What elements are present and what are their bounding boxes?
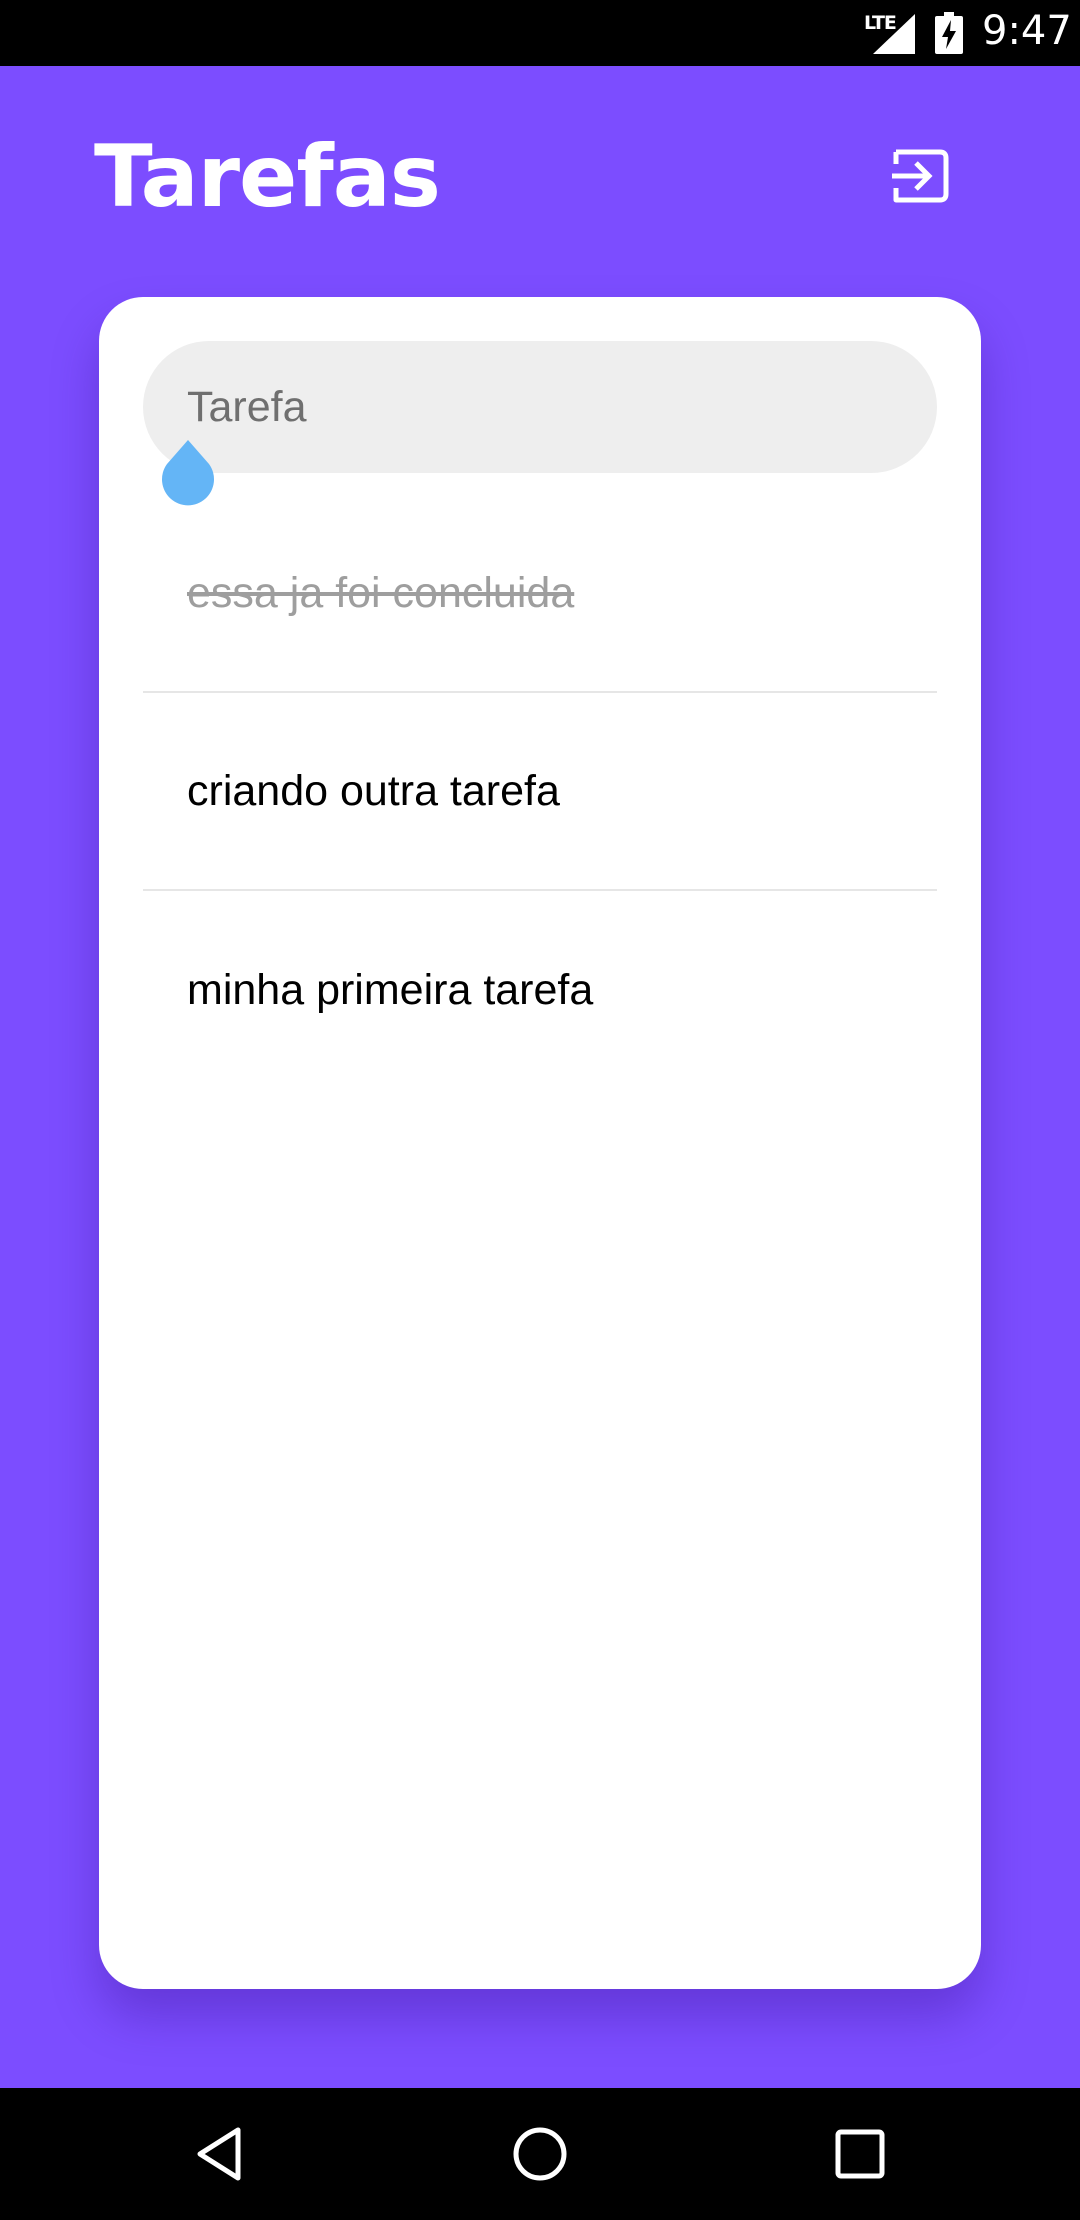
- logout-icon: [892, 149, 949, 203]
- task-item-label: criando outra tarefa: [187, 766, 560, 815]
- page-title: Tarefas: [94, 127, 441, 227]
- recents-button[interactable]: [816, 2110, 904, 2198]
- status-bar: LTE 9:47: [0, 0, 1080, 66]
- system-navigation-bar: [0, 2088, 1080, 2220]
- task-item-label: minha primeira tarefa: [187, 965, 594, 1014]
- back-button[interactable]: [176, 2110, 264, 2198]
- back-icon: [197, 2127, 241, 2181]
- task-list: essa ja foi concluida criando outra tare…: [143, 495, 937, 1089]
- clock: 9:47: [982, 8, 1072, 54]
- recents-icon: [835, 2129, 885, 2179]
- task-item[interactable]: criando outra tarefa: [143, 693, 937, 891]
- home-icon: [513, 2127, 567, 2181]
- task-item-label: essa ja foi concluida: [187, 568, 575, 617]
- logout-button[interactable]: [880, 136, 960, 216]
- tasks-card: essa ja foi concluida criando outra tare…: [99, 297, 981, 1989]
- task-item-done[interactable]: essa ja foi concluida: [143, 495, 937, 693]
- task-input[interactable]: [143, 341, 937, 473]
- home-button[interactable]: [496, 2110, 584, 2198]
- battery-charging-icon: [935, 12, 963, 54]
- signal-icon: [873, 14, 915, 54]
- task-item[interactable]: minha primeira tarefa: [143, 891, 937, 1089]
